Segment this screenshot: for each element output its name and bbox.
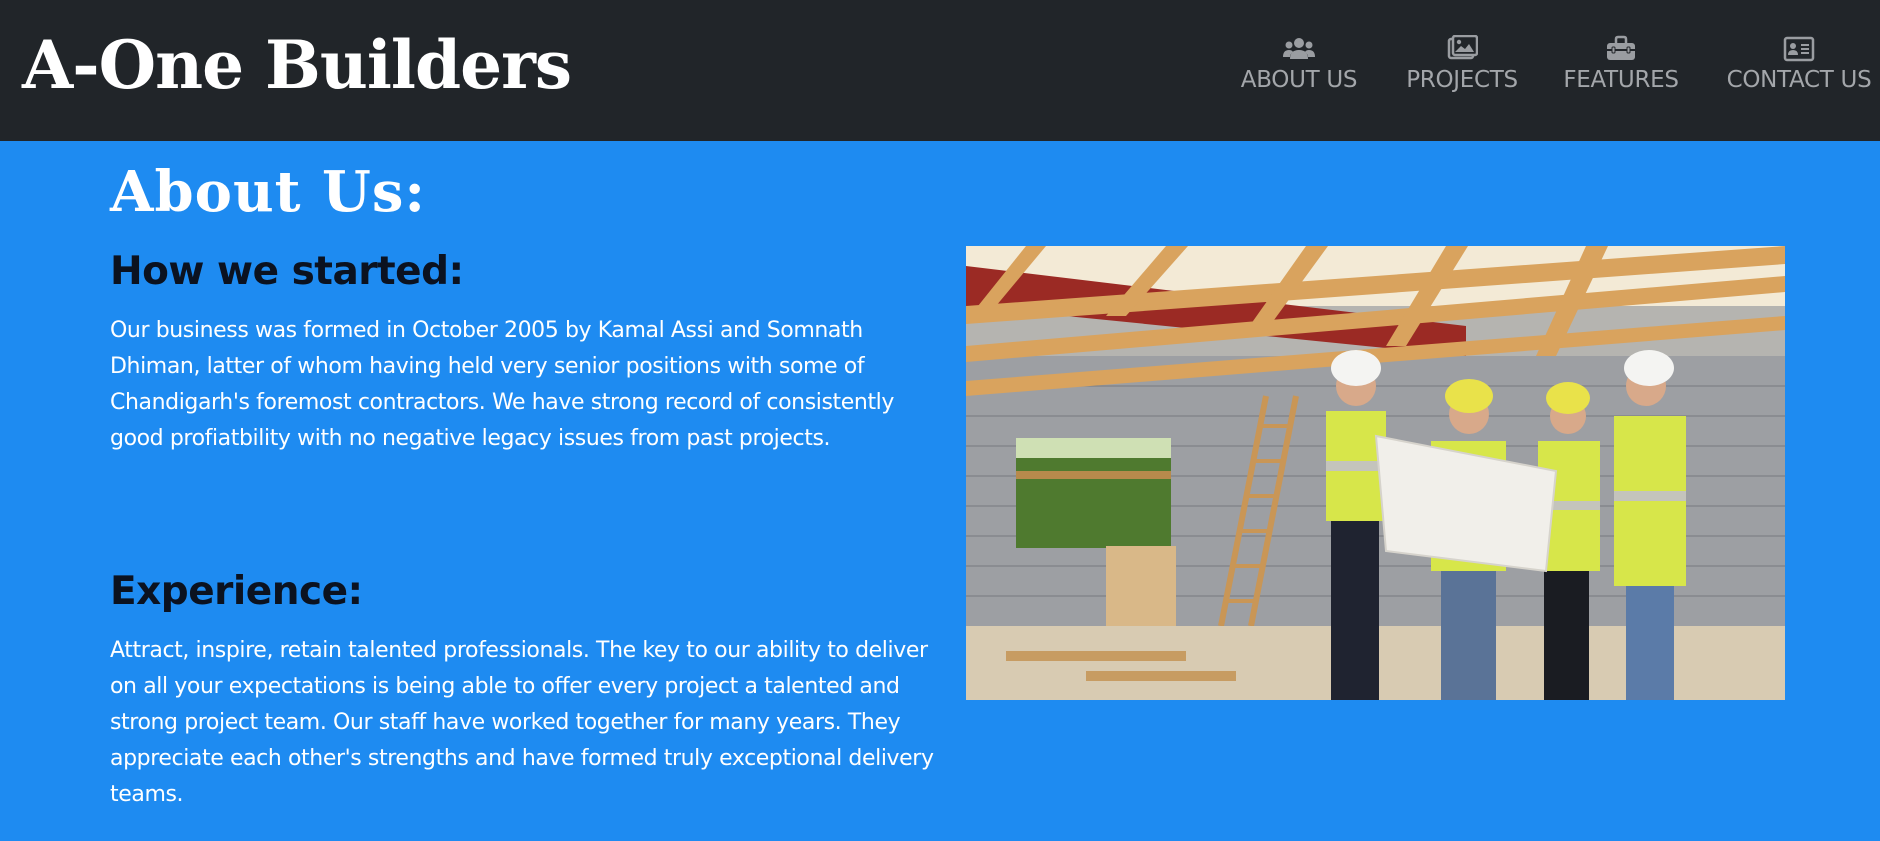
nav-about-us[interactable]: ABOUT US bbox=[1240, 30, 1358, 110]
page-title: About Us: bbox=[110, 159, 427, 225]
nav-about-us-label: ABOUT US bbox=[1240, 67, 1358, 93]
construction-workers-photo bbox=[966, 246, 1785, 700]
nav-features[interactable]: FEATURES bbox=[1563, 30, 1679, 110]
experience-heading: Experience: bbox=[110, 569, 363, 614]
toolbox-icon bbox=[1607, 35, 1635, 60]
nav-projects-label: PROJECTS bbox=[1406, 67, 1518, 93]
address-card-icon bbox=[1783, 36, 1815, 62]
how-we-started-heading: How we started: bbox=[110, 249, 464, 294]
brand-logo[interactable]: A-One Builders bbox=[22, 18, 572, 112]
nav-projects[interactable]: PROJECTS bbox=[1406, 30, 1518, 110]
images-icon bbox=[1447, 35, 1478, 60]
nav-contact-us-label: CONTACT US bbox=[1726, 67, 1872, 93]
how-we-started-text: Our business was formed in October 2005 … bbox=[110, 318, 894, 451]
nav-features-label: FEATURES bbox=[1563, 67, 1679, 93]
users-icon bbox=[1283, 38, 1315, 59]
experience-text: Attract, inspire, retain talented profes… bbox=[110, 638, 934, 807]
navbar: A-One Builders ABOUT US PROJECTS FEATURE… bbox=[0, 0, 1880, 141]
nav-contact-us[interactable]: CONTACT US bbox=[1726, 30, 1872, 110]
